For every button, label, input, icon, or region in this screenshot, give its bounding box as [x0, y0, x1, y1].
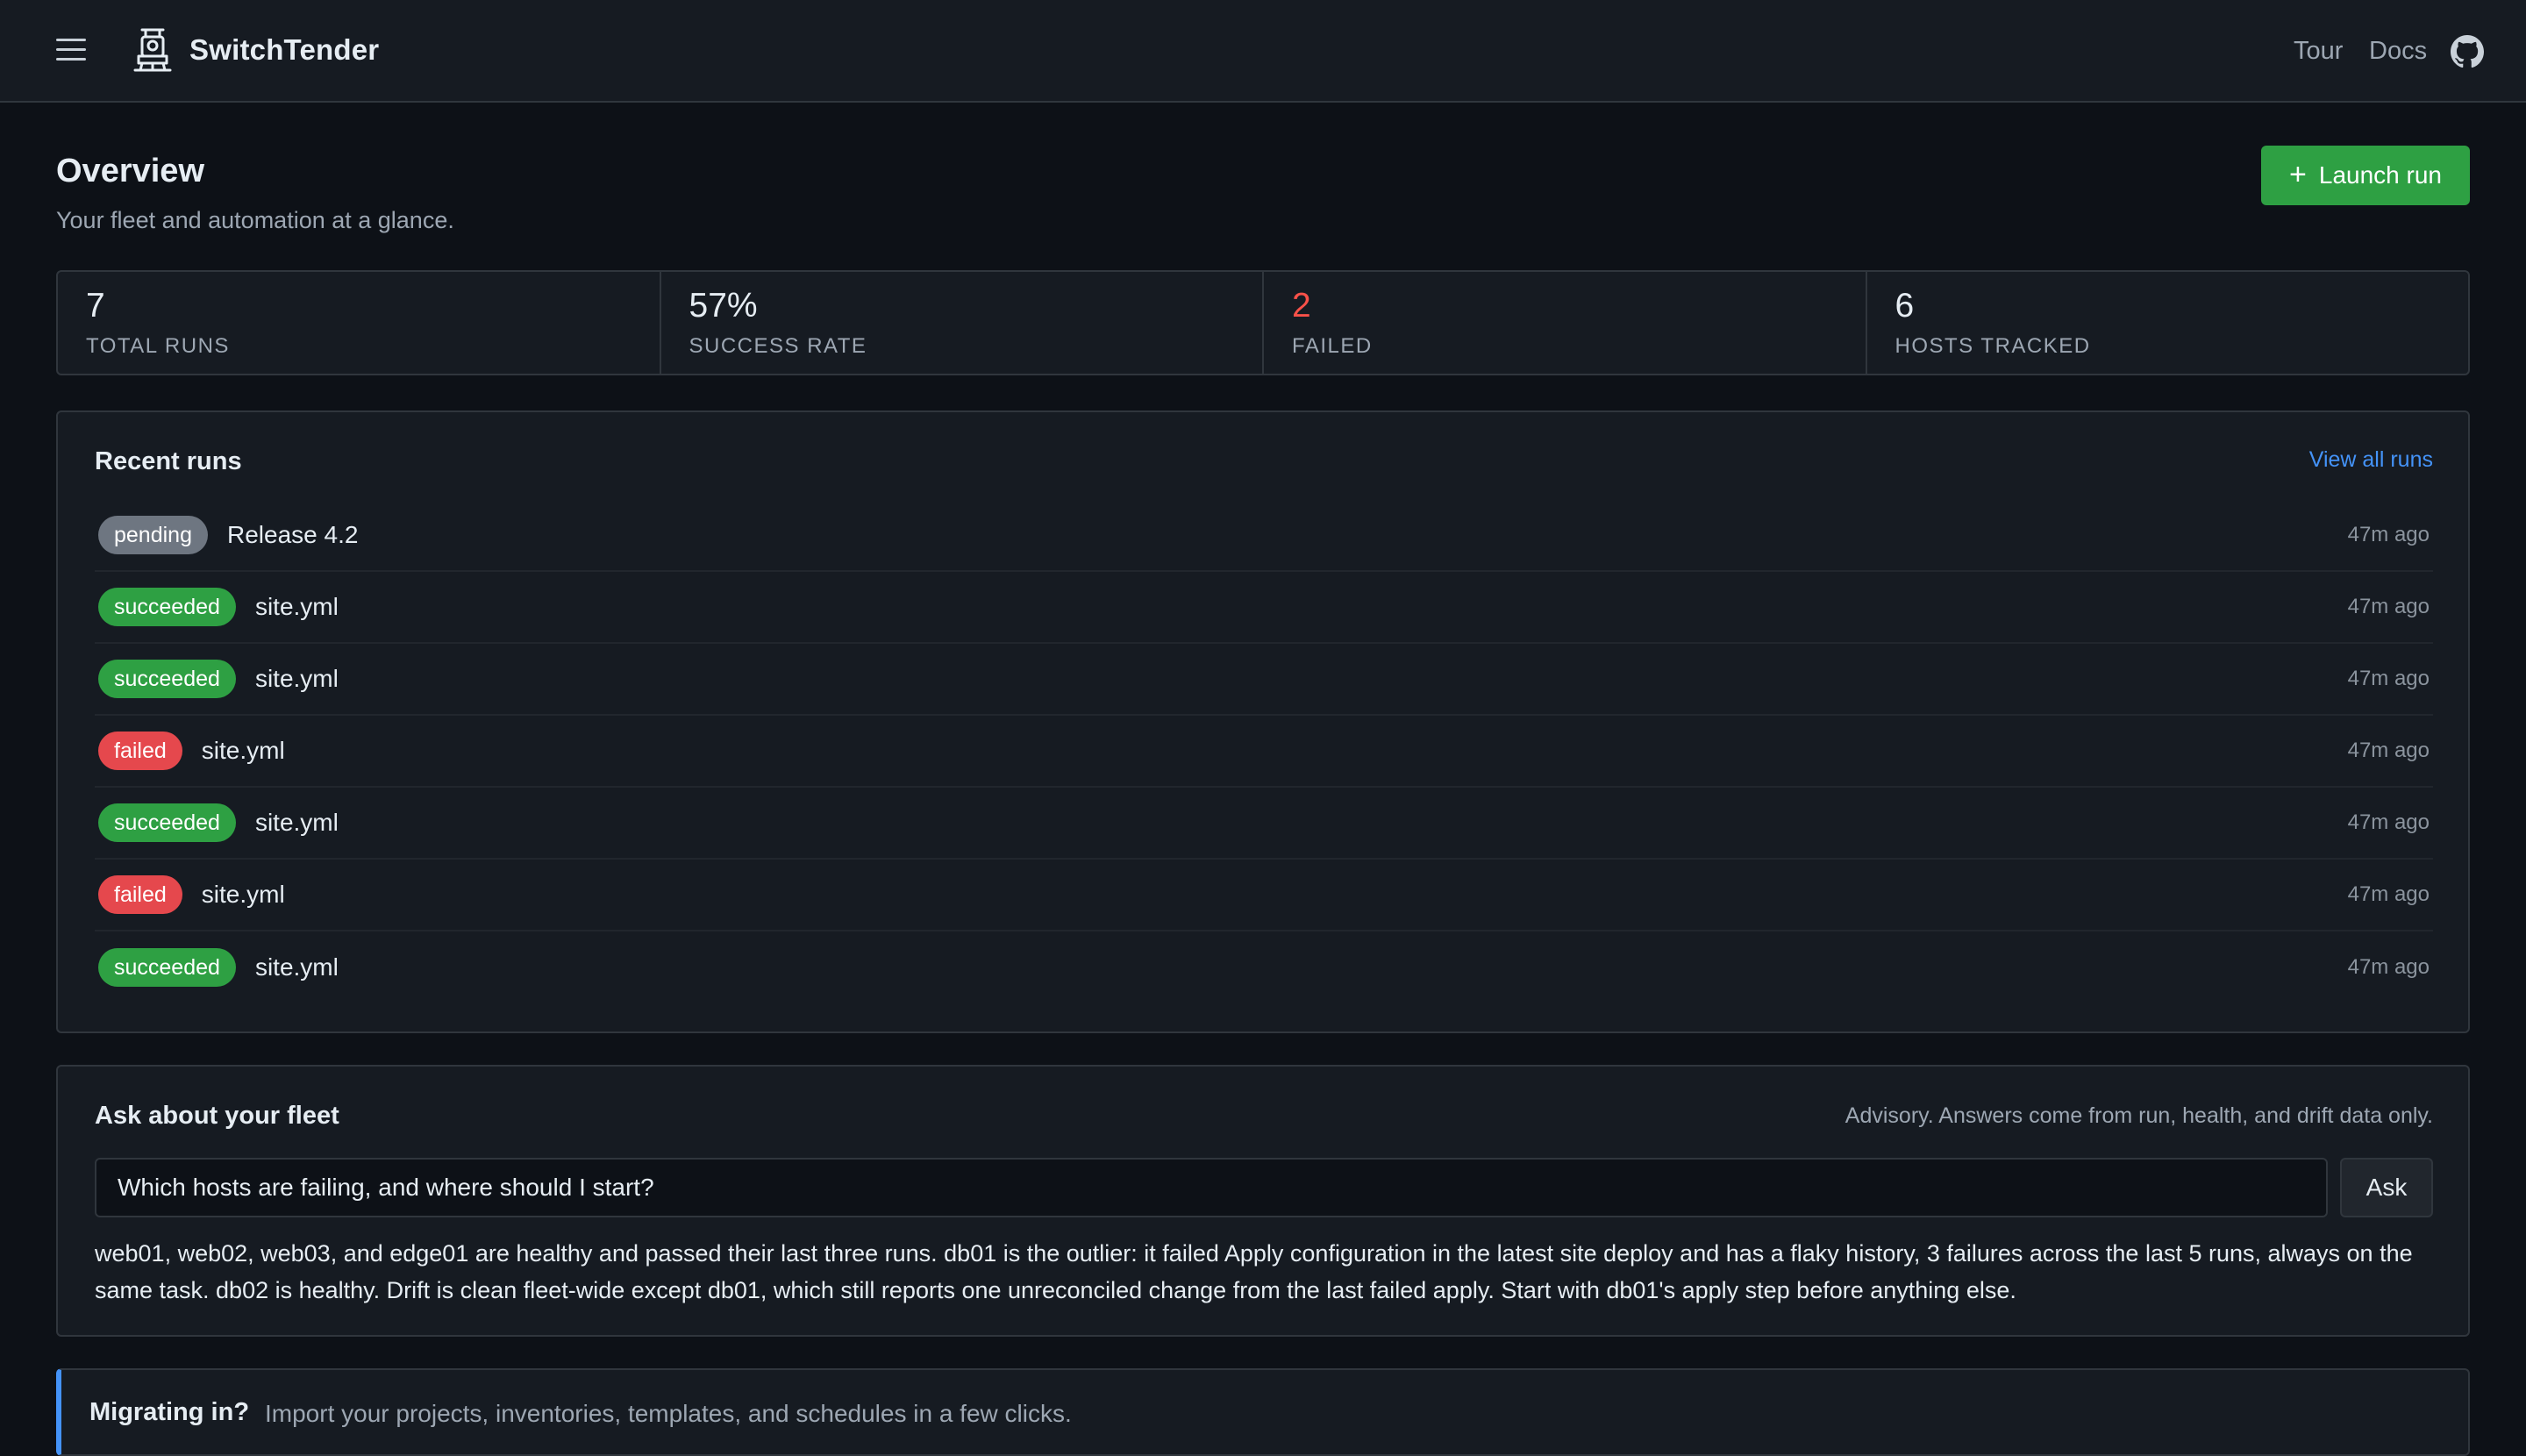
- run-time: 47m ago: [2347, 523, 2430, 546]
- launch-run-button[interactable]: + Launch run: [2261, 146, 2470, 205]
- page-title: Overview: [56, 153, 204, 189]
- run-row[interactable]: succeeded site.yml 47m ago: [95, 788, 2433, 860]
- run-row[interactable]: succeeded site.yml 47m ago: [95, 931, 2433, 1003]
- run-time: 47m ago: [2347, 667, 2430, 690]
- run-row[interactable]: succeeded site.yml 47m ago: [95, 644, 2433, 716]
- run-time: 47m ago: [2347, 739, 2430, 762]
- run-time: 47m ago: [2347, 882, 2430, 906]
- recent-runs-panel: Recent runs View all runs pending Releas…: [56, 410, 2470, 1033]
- status-badge: succeeded: [98, 803, 236, 842]
- brand-name[interactable]: SwitchTender: [189, 33, 379, 67]
- plus-icon: +: [2289, 157, 2307, 191]
- run-name: site.yml: [254, 953, 339, 981]
- migrate-title: Migrating in?: [89, 1398, 250, 1426]
- stat-label: TOTAL RUNS: [86, 333, 230, 358]
- stat-label: SUCCESS RATE: [689, 333, 867, 358]
- ask-fleet-panel: Ask about your fleet Advisory. Answers c…: [56, 1065, 2470, 1337]
- ask-input[interactable]: [95, 1158, 2328, 1217]
- run-row[interactable]: pending Release 4.2 47m ago: [95, 500, 2433, 572]
- stat-value: 2: [1292, 287, 1311, 325]
- run-name: site.yml: [201, 737, 285, 764]
- nav-docs-link[interactable]: Docs: [2369, 37, 2427, 66]
- run-time: 47m ago: [2347, 810, 2430, 834]
- stat-success-rate: 57% SUCCESS RATE: [661, 272, 1264, 374]
- github-icon[interactable]: [2451, 35, 2484, 68]
- ask-answer: web01, web02, web03, and edge01 are heal…: [95, 1240, 2413, 1303]
- run-name: site.yml: [254, 593, 339, 620]
- run-name: Release 4.2: [226, 521, 359, 548]
- status-badge: pending: [98, 516, 208, 554]
- stat-label: HOSTS TRACKED: [1894, 333, 2091, 358]
- recent-runs-title: Recent runs: [95, 447, 242, 475]
- run-row[interactable]: failed site.yml 47m ago: [95, 716, 2433, 788]
- run-list: pending Release 4.2 47m ago succeeded si…: [95, 500, 2433, 1003]
- run-time: 47m ago: [2347, 955, 2430, 979]
- run-name: site.yml: [254, 809, 339, 836]
- stat-value: 7: [86, 287, 105, 325]
- migrate-text: Import your projects, inventories, templ…: [265, 1400, 1072, 1427]
- stat-label: FAILED: [1292, 333, 1373, 358]
- locomotive-icon: [133, 28, 172, 72]
- stat-failed: 2 FAILED: [1264, 272, 1867, 374]
- status-badge: failed: [98, 732, 182, 770]
- stat-value: 57%: [689, 287, 758, 325]
- hamburger-icon[interactable]: [56, 39, 86, 63]
- stat-total-runs: 7 TOTAL RUNS: [58, 272, 661, 374]
- run-time: 47m ago: [2347, 595, 2430, 618]
- run-name: site.yml: [254, 665, 339, 692]
- top-bar: SwitchTender Tour Docs: [0, 0, 2526, 103]
- page-subtitle: Your fleet and automation at a glance.: [56, 207, 454, 233]
- advisory-note: Advisory. Answers come from run, health,…: [1845, 1103, 2433, 1128]
- ask-fleet-title: Ask about your fleet: [95, 1102, 339, 1130]
- run-name: site.yml: [201, 881, 285, 908]
- migrate-banner[interactable]: Migrating in? Import your projects, inve…: [56, 1368, 2470, 1456]
- status-badge: failed: [98, 875, 182, 914]
- status-badge: succeeded: [98, 660, 236, 698]
- ask-button[interactable]: Ask: [2340, 1158, 2433, 1217]
- stat-value: 6: [1894, 287, 1915, 325]
- status-badge: succeeded: [98, 948, 236, 987]
- run-row[interactable]: succeeded site.yml 47m ago: [95, 572, 2433, 644]
- nav-tour-link[interactable]: Tour: [2294, 37, 2343, 66]
- run-row[interactable]: failed site.yml 47m ago: [95, 860, 2433, 931]
- stats-bar: 7 TOTAL RUNS 57% SUCCESS RATE 2 FAILED 6…: [56, 270, 2470, 375]
- status-badge: succeeded: [98, 588, 236, 626]
- stat-hosts-tracked: 6 HOSTS TRACKED: [1867, 272, 2469, 374]
- view-all-runs-link[interactable]: View all runs: [2309, 447, 2433, 473]
- launch-run-label: Launch run: [2318, 161, 2442, 189]
